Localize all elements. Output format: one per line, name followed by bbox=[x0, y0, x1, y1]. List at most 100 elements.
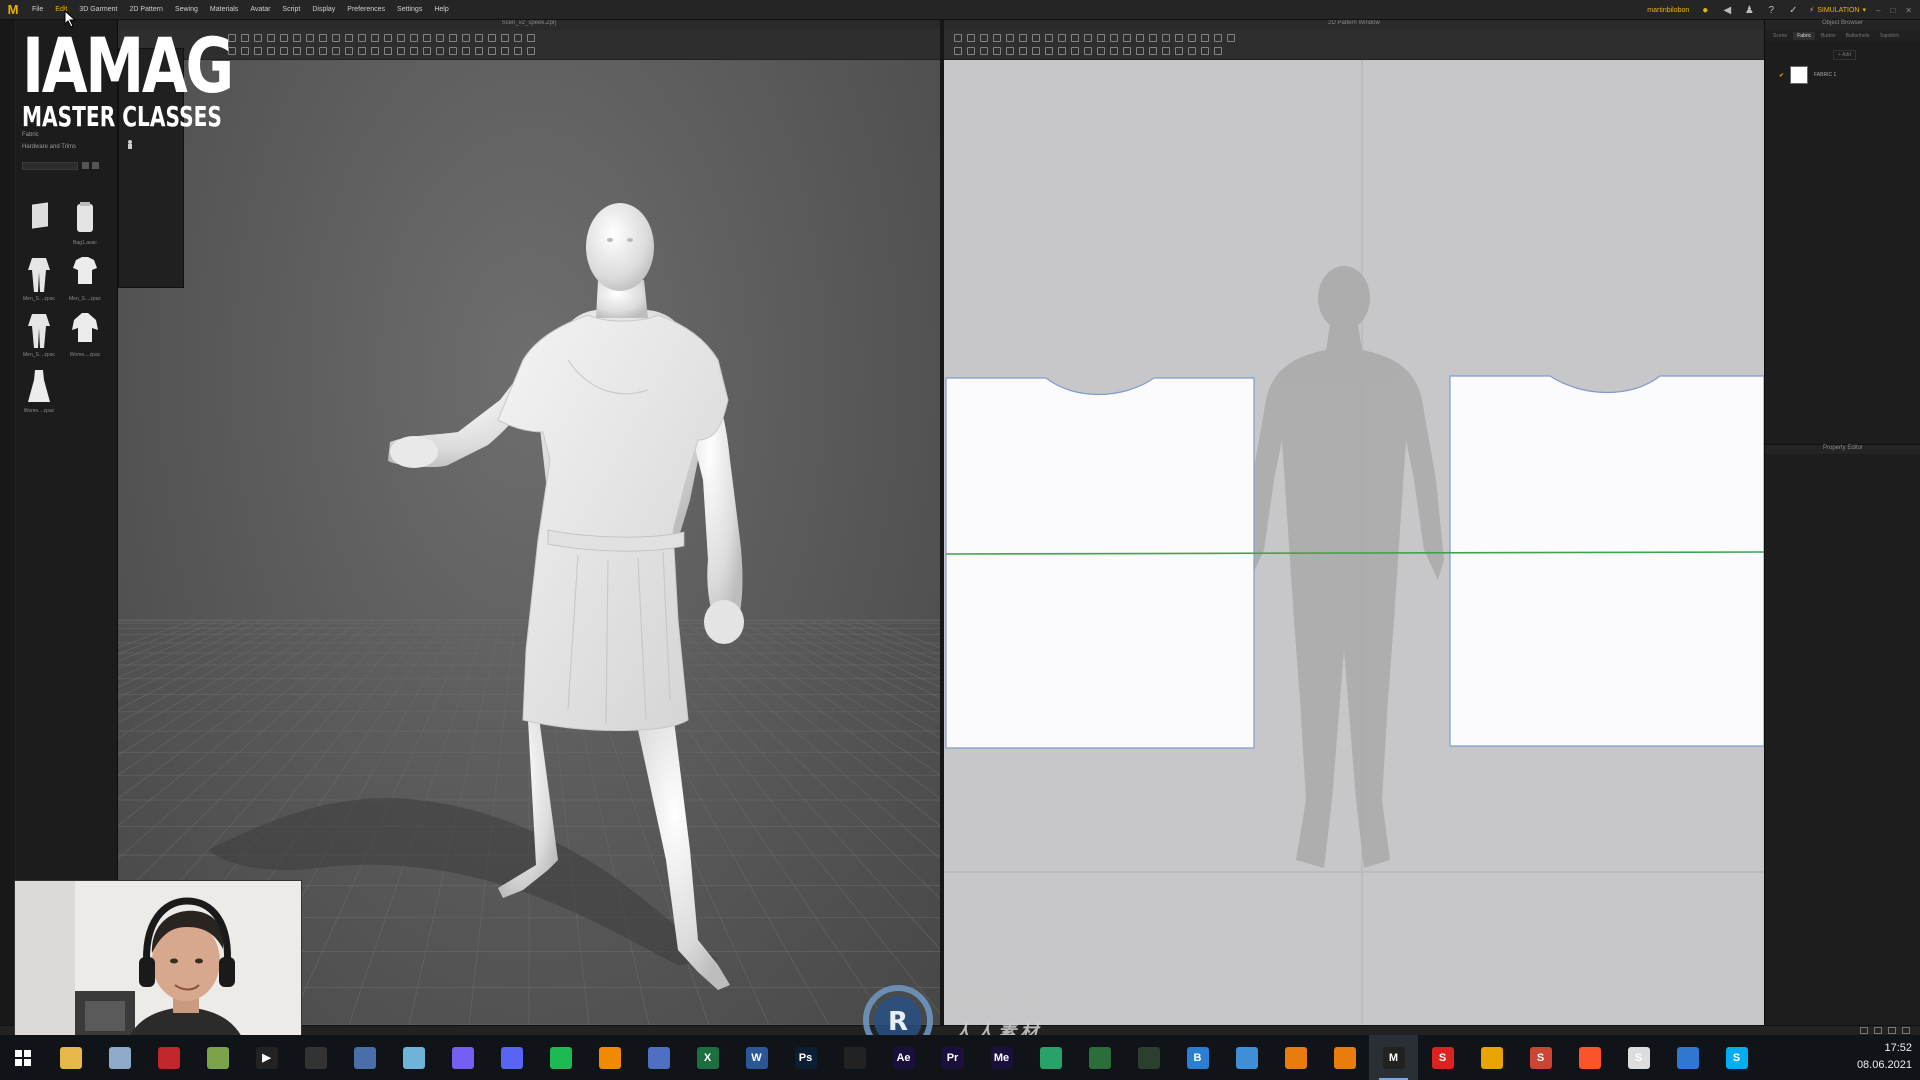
taskbar-blender-2[interactable] bbox=[1320, 1035, 1369, 1080]
viewport-3d-tool-icon[interactable] bbox=[423, 47, 431, 55]
menu-display[interactable]: Display bbox=[306, 6, 341, 13]
viewport-3d-tool-icon[interactable] bbox=[254, 34, 262, 42]
pattern-tool-icon[interactable] bbox=[1136, 34, 1144, 42]
library-item[interactable]: Wome....zpac bbox=[64, 310, 106, 358]
pattern-tool-icon[interactable] bbox=[1045, 47, 1053, 55]
library-item[interactable]: Men_S....zpac bbox=[18, 310, 60, 358]
pattern-tool-icon[interactable] bbox=[1175, 34, 1183, 42]
viewport-3d-tool-icon[interactable] bbox=[410, 47, 418, 55]
app-logo[interactable]: M bbox=[0, 0, 26, 20]
viewport-3d-tool-icon[interactable] bbox=[293, 47, 301, 55]
viewport-3d-tool-icon[interactable] bbox=[241, 47, 249, 55]
library-search-input[interactable] bbox=[22, 162, 78, 170]
taskbar-brave[interactable] bbox=[1565, 1035, 1614, 1080]
viewport-3d-tool-icon[interactable] bbox=[345, 47, 353, 55]
viewport-3d-tool-icon[interactable] bbox=[358, 34, 366, 42]
viewport-3d-tool-icon[interactable] bbox=[527, 47, 535, 55]
taskbar-save-app[interactable] bbox=[634, 1035, 683, 1080]
pattern-tool-icon[interactable] bbox=[1110, 34, 1118, 42]
view-list-icon[interactable] bbox=[82, 162, 89, 169]
taskbar-fruit-app[interactable] bbox=[193, 1035, 242, 1080]
pattern-tool-icon[interactable] bbox=[1006, 47, 1014, 55]
pattern-tool-icon[interactable] bbox=[1201, 47, 1209, 55]
viewport-3d-tool-icon[interactable] bbox=[384, 34, 392, 42]
pattern-tool-icon[interactable] bbox=[1084, 34, 1092, 42]
taskbar-blender-like[interactable] bbox=[1222, 1035, 1271, 1080]
user-icon[interactable]: ♟ bbox=[1743, 4, 1755, 16]
pattern-canvas[interactable] bbox=[944, 60, 1764, 1025]
maximize-icon[interactable]: □ bbox=[1890, 6, 1895, 15]
library-label-hardware[interactable]: Hardware and Trims bbox=[22, 144, 76, 150]
pattern-tool-icon[interactable] bbox=[1162, 34, 1170, 42]
taskbar-target-app[interactable] bbox=[1124, 1035, 1173, 1080]
layout-single-icon[interactable] bbox=[1860, 1027, 1868, 1034]
layout-grid-icon[interactable] bbox=[1888, 1027, 1896, 1034]
tab-topstitch[interactable]: Topstitch bbox=[1875, 32, 1903, 40]
viewport-3d-tool-icon[interactable] bbox=[371, 47, 379, 55]
taskbar-skype[interactable]: S bbox=[1712, 1035, 1761, 1080]
viewport-3d-tool-icon[interactable] bbox=[267, 34, 275, 42]
taskbar-marvelous-designer[interactable]: M bbox=[1369, 1035, 1418, 1080]
viewport-3d-tool-icon[interactable] bbox=[514, 34, 522, 42]
pattern-tool-icon[interactable] bbox=[980, 34, 988, 42]
taskbar-file-explorer[interactable] bbox=[46, 1035, 95, 1080]
pattern-tool-icon[interactable] bbox=[967, 34, 975, 42]
taskbar-triangle-app[interactable] bbox=[1467, 1035, 1516, 1080]
pattern-tool-icon[interactable] bbox=[993, 34, 1001, 42]
menu-sewing[interactable]: Sewing bbox=[169, 6, 204, 13]
pattern-tool-icon[interactable] bbox=[1110, 47, 1118, 55]
viewport-3d-tool-icon[interactable] bbox=[436, 34, 444, 42]
viewport-3d-tool-icon[interactable] bbox=[345, 34, 353, 42]
pattern-tool-icon[interactable] bbox=[1006, 34, 1014, 42]
viewport-3d-tool-icon[interactable] bbox=[358, 47, 366, 55]
viewport-3d-tool-icon[interactable] bbox=[501, 34, 509, 42]
viewport-3d-tool-icon[interactable] bbox=[371, 34, 379, 42]
taskbar-spotify[interactable] bbox=[536, 1035, 585, 1080]
layout-full-icon[interactable] bbox=[1902, 1027, 1910, 1034]
taskbar-s-app-2[interactable]: S bbox=[1516, 1035, 1565, 1080]
pattern-tool-icon[interactable] bbox=[1032, 47, 1040, 55]
menu-settings[interactable]: Settings bbox=[391, 6, 428, 13]
viewport-3d-tool-icon[interactable] bbox=[488, 34, 496, 42]
viewport-3d-tool-icon[interactable] bbox=[462, 34, 470, 42]
taskbar-search-app[interactable] bbox=[830, 1035, 879, 1080]
pattern-tool-icon[interactable] bbox=[1123, 34, 1131, 42]
pattern-tool-icon[interactable] bbox=[1097, 47, 1105, 55]
viewport-3d-tool-icon[interactable] bbox=[475, 47, 483, 55]
system-clock[interactable]: 17:52 08.06.2021 bbox=[1857, 1040, 1912, 1074]
viewport-3d-tool-icon[interactable] bbox=[514, 47, 522, 55]
library-item[interactable] bbox=[18, 198, 60, 246]
fabric-list-item[interactable]: ✔ FABRIC 1 bbox=[1779, 66, 1836, 84]
taskbar-word[interactable]: W bbox=[732, 1035, 781, 1080]
pattern-tool-icon[interactable] bbox=[1149, 47, 1157, 55]
pattern-tool-icon[interactable] bbox=[1123, 47, 1131, 55]
viewport-3d-tool-icon[interactable] bbox=[319, 34, 327, 42]
tab-buttonhole[interactable]: Buttonhole bbox=[1842, 32, 1874, 40]
taskbar-media-encoder[interactable]: Me bbox=[977, 1035, 1026, 1080]
pattern-tool-icon[interactable] bbox=[954, 34, 962, 42]
add-fabric-button[interactable]: + Add bbox=[1833, 50, 1856, 60]
viewport-3d-tool-icon[interactable] bbox=[241, 34, 249, 42]
menu-help[interactable]: Help bbox=[428, 6, 454, 13]
pattern-tool-icon[interactable] bbox=[1175, 47, 1183, 55]
view-grid-icon[interactable] bbox=[92, 162, 99, 169]
pattern-tool-icon[interactable] bbox=[1071, 34, 1079, 42]
viewport-3d-tool-icon[interactable] bbox=[267, 47, 275, 55]
menu-script[interactable]: Script bbox=[276, 6, 306, 13]
viewport-3d-tool-icon[interactable] bbox=[462, 47, 470, 55]
start-button[interactable] bbox=[0, 1035, 46, 1080]
taskbar-feather-app[interactable] bbox=[1026, 1035, 1075, 1080]
taskbar-obs-studio[interactable] bbox=[291, 1035, 340, 1080]
pattern-tool-icon[interactable] bbox=[1084, 47, 1092, 55]
library-item[interactable]: Men_S....zpac bbox=[64, 254, 106, 302]
taskbar-discord[interactable] bbox=[487, 1035, 536, 1080]
taskbar-excel[interactable]: X bbox=[683, 1035, 732, 1080]
tab-fabric[interactable]: Fabric bbox=[1793, 32, 1816, 40]
viewport-3d-tool-icon[interactable] bbox=[475, 34, 483, 42]
taskbar-premiere[interactable]: Pr bbox=[928, 1035, 977, 1080]
viewport-3d-tool-icon[interactable] bbox=[332, 34, 340, 42]
pattern-tool-icon[interactable] bbox=[1097, 34, 1105, 42]
viewport-3d-tool-icon[interactable] bbox=[436, 47, 444, 55]
pattern-tool-icon[interactable] bbox=[1149, 34, 1157, 42]
viewport-3d-tool-icon[interactable] bbox=[410, 34, 418, 42]
